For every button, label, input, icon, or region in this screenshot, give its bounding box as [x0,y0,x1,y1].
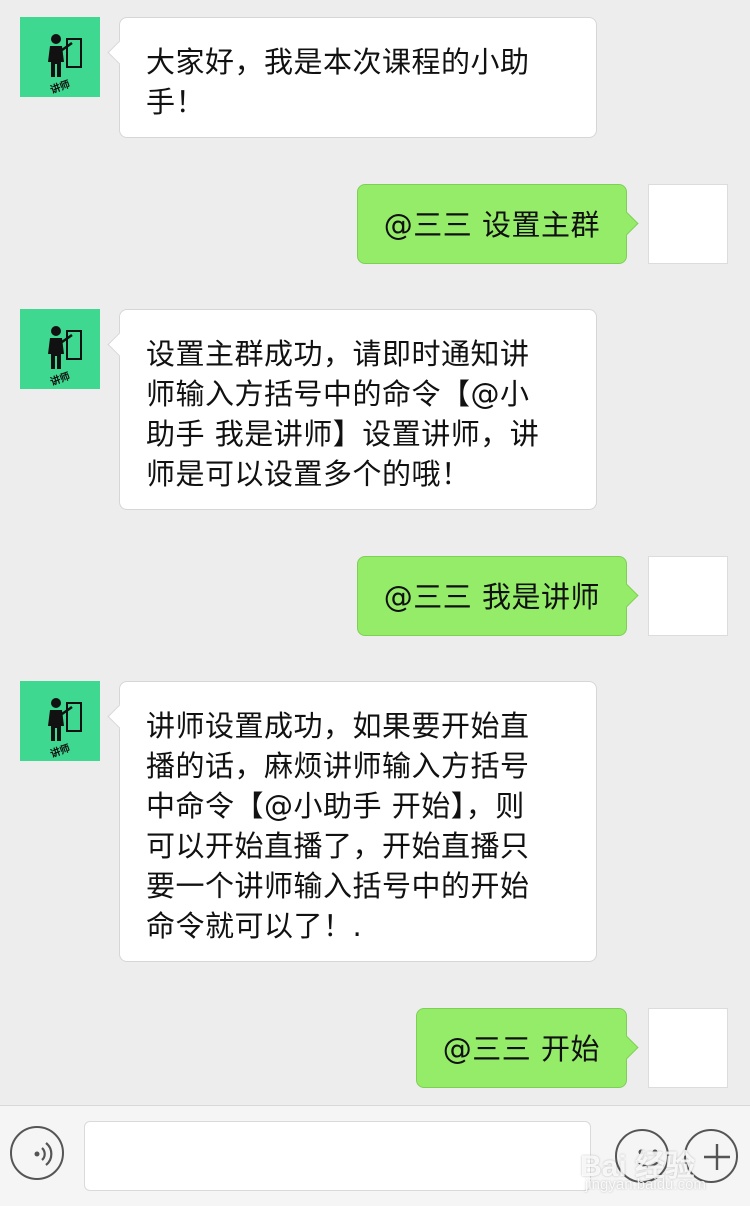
message-bubble-bot[interactable]: 讲师设置成功，如果要开始直 播的话，麻烦讲师输入方括号 中命令【@小助手 开始】… [119,681,597,962]
bot-avatar[interactable]: 讲师 [20,309,100,389]
user-avatar[interactable] [648,184,728,264]
message-line: 要一个讲师输入括号中的开始 [146,869,530,903]
message-line: 可以开始直播了，开始直播只 [146,829,530,863]
message-line: 师是可以设置多个的哦！ [146,457,471,491]
voice-icon [34,1142,53,1166]
message-line: 中命令【@小助手 开始】，则 [146,789,525,823]
message-bubble-self[interactable]: @三三 设置主群 [356,184,627,264]
message-line: 手！ [146,85,206,119]
message-line: 师输入方括号中的命令【@小 [146,377,530,411]
teacher-at-board-icon: 讲师 [48,34,82,96]
bot-avatar[interactable]: 讲师 [20,17,100,97]
message-input[interactable] [84,1121,591,1191]
bot-avatar-label: 讲师 [48,741,71,760]
message-text: @三三 开始 [442,1032,600,1066]
voice-button[interactable] [10,1126,64,1180]
message-text: @三三 我是讲师 [383,580,600,614]
message-line: 大家好，我是本次课程的小助 [146,45,530,79]
message-line: 设置主群成功，请即时通知讲 [146,337,530,371]
user-avatar[interactable] [648,556,728,636]
message-bubble-self[interactable]: @三三 我是讲师 [356,556,627,636]
bot-avatar-label: 讲师 [48,369,71,388]
plus-icon [704,1144,730,1170]
watermark-url: jingyan.baidu.com [585,1176,706,1193]
message-bubble-bot[interactable]: 设置主群成功，请即时通知讲 师输入方括号中的命令【@小 助手 我是讲师】设置讲师… [119,309,597,510]
message-line: 助手 我是讲师】设置讲师，讲 [146,417,540,451]
message-line: 讲师设置成功，如果要开始直 [146,709,530,743]
message-bubble-self[interactable]: @三三 开始 [415,1008,627,1088]
chat-area: 讲师 大家好，我是本次课程的小助 手！ @三三 设置主群 讲师 设置主群成功，请… [0,0,750,1105]
message-bubble-bot[interactable]: 大家好，我是本次课程的小助 手！ [119,17,597,138]
message-line: 命令就可以了！. [146,909,363,943]
user-avatar[interactable] [648,1008,728,1088]
bot-avatar-label: 讲师 [48,77,71,96]
bot-avatar[interactable]: 讲师 [20,681,100,761]
message-text: @三三 设置主群 [383,208,600,242]
teacher-at-board-icon: 讲师 [48,326,82,388]
input-bar: Bai 经验 jingyan.baidu.com [0,1105,750,1206]
teacher-at-board-icon: 讲师 [48,698,82,760]
message-line: 播的话，麻烦讲师输入方括号 [146,749,530,783]
